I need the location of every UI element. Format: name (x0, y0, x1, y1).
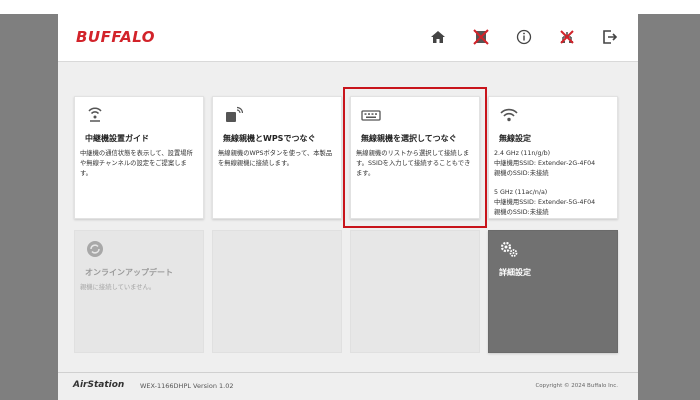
airstation-logo: AirStation (73, 380, 125, 390)
logout-icon[interactable] (601, 28, 619, 46)
lan-status-icon[interactable] (558, 28, 576, 46)
card-title: 詳細設定 (499, 268, 531, 277)
copyright: Copyright © 2024 Buffalo Inc. (535, 383, 618, 389)
band-24ghz-label: 2.4 GHz (11n/g/b) (494, 150, 551, 157)
card-title: 中継機設置ガイド (85, 134, 149, 143)
band-5ghz-ssid: 中継機用SSID: Extender-5G-4F04 (494, 199, 596, 206)
band-24ghz-ssid: 中継機用SSID: Extender-2G-4F04 (494, 160, 596, 167)
header: BUFFALO (58, 14, 638, 62)
home-icon[interactable] (429, 28, 447, 46)
wireless-status-icon[interactable] (472, 28, 490, 46)
info-icon[interactable] (515, 28, 533, 46)
card-select-parent-connect[interactable]: 無線親機を選択してつなぐ 無線親機のリストから選択して接続します。SSIDを入力… (350, 96, 480, 219)
wifi-icon (499, 105, 519, 125)
card-empty (350, 230, 480, 353)
card-online-update: オンラインアップデート 親機に接続していません。 (74, 230, 204, 353)
gears-icon (499, 239, 519, 259)
browser-top-strip (0, 0, 700, 14)
footer: AirStation WEX-1166DHPL Version 1.02 Cop… (58, 372, 638, 400)
update-icon (85, 239, 105, 259)
card-title: 無線設定 (499, 134, 531, 143)
card-title: 無線親機とWPSでつなぐ (223, 134, 316, 143)
card-description: 無線親機のリストから選択して接続します。SSIDを入力して接続することもできます… (356, 150, 471, 177)
card-empty (212, 230, 342, 353)
band-5ghz-label: 5 GHz (11ac/n/a) (494, 189, 548, 196)
card-description: 無線親機のWPSボタンを使って、本製品を無線親機に接続します。 (218, 150, 333, 167)
main-panel: BUFFALO 中継機設置ガイド 中継機の通信状態を表示して、設置場所や無線チャ… (58, 14, 638, 400)
signal-guide-icon (85, 105, 105, 125)
card-advanced-settings[interactable]: 詳細設定 (488, 230, 618, 353)
card-title: オンラインアップデート (85, 268, 173, 277)
buffalo-logo[interactable]: BUFFALO (76, 28, 155, 46)
keyboard-icon (361, 105, 381, 125)
card-repeater-setup-guide[interactable]: 中継機設置ガイド 中継機の通信状態を表示して、設置場所や無線チャンネルの設定をご… (74, 96, 204, 219)
band-5ghz-parent: 親機のSSID:未接続 (494, 209, 549, 216)
model-version: WEX-1166DHPL Version 1.02 (140, 382, 234, 390)
card-description: 親機に接続していません。 (80, 284, 156, 291)
band-24ghz-parent: 親機のSSID:未接続 (494, 170, 549, 177)
wireless-details: 2.4 GHz (11n/g/b) 中継機用SSID: Extender-2G-… (494, 149, 611, 218)
card-title: 無線親機を選択してつなぐ (361, 134, 457, 143)
wps-device-icon (223, 105, 243, 125)
card-wireless-settings[interactable]: 無線設定 2.4 GHz (11n/g/b) 中継機用SSID: Extende… (488, 96, 618, 219)
card-wps-connect[interactable]: 無線親機とWPSでつなぐ 無線親機のWPSボタンを使って、本製品を無線親機に接続… (212, 96, 342, 219)
card-description: 中継機の通信状態を表示して、設置場所や無線チャンネルの設定をご提案します。 (80, 150, 193, 177)
